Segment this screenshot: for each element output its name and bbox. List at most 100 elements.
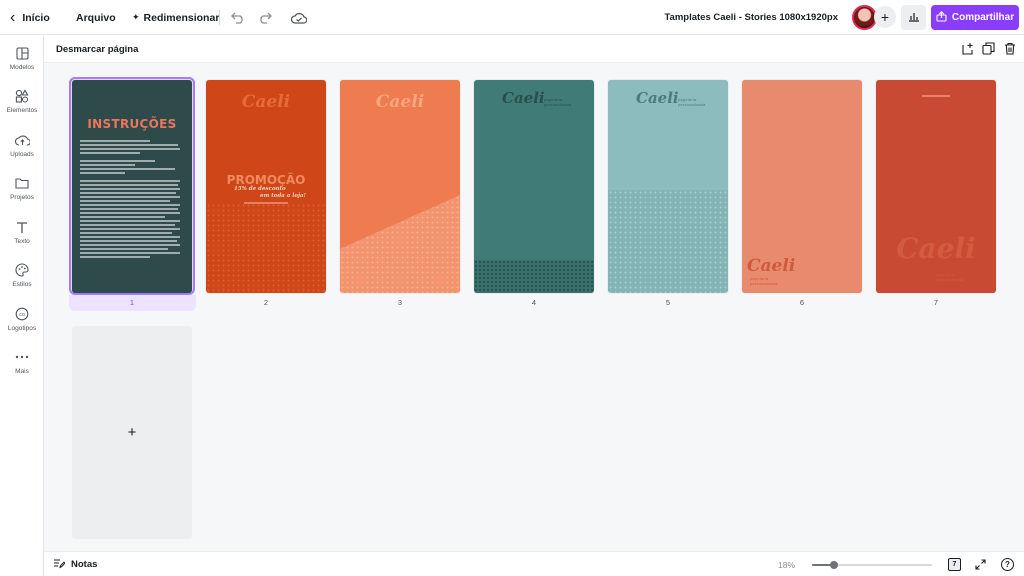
help-button[interactable]: ? <box>1001 558 1014 571</box>
page-thumbnail-7[interactable]: Caeli papelaria personalizada <box>876 80 996 293</box>
promo-subtitle-2: em toda a loja! <box>260 193 306 199</box>
unselect-page-button[interactable]: Desmarcar página <box>56 35 138 63</box>
text-line <box>80 248 168 250</box>
instructions-title: INSTRUÇÕES <box>87 117 177 131</box>
header-text <box>922 95 950 97</box>
brand-logo: Caeli <box>636 89 679 107</box>
page-number: 1 <box>129 298 135 307</box>
sidebar-item-label: Uploads <box>10 151 34 158</box>
text-line <box>80 184 178 186</box>
text-line <box>80 188 180 190</box>
insights-button[interactable] <box>901 5 926 30</box>
brand-tagline: papelaria personalizada <box>750 276 778 286</box>
text-line <box>80 152 140 154</box>
sidebar-item-mais[interactable]: Mais <box>0 349 44 389</box>
text-line <box>80 256 150 258</box>
duplicate-page-icon[interactable] <box>981 41 996 56</box>
pattern-band <box>474 260 594 293</box>
brand-logo: Caeli <box>747 256 796 276</box>
palette-icon <box>14 262 30 278</box>
sidebar-item-label: Projetos <box>10 194 34 201</box>
text-icon <box>14 219 30 235</box>
sidebar-item-label: Mais <box>15 368 29 375</box>
brand-logo: Caeli <box>241 92 291 112</box>
redo-icon[interactable] <box>256 9 274 27</box>
text-line <box>80 180 180 182</box>
upload-cloud-icon <box>14 132 30 148</box>
zoom-slider[interactable] <box>812 561 932 569</box>
text-line <box>80 244 180 246</box>
zoom-percentage[interactable]: 18% <box>778 552 795 576</box>
pattern-band <box>206 203 326 293</box>
page-thumbnail-6[interactable]: Caeli papelaria personalizada <box>742 80 862 293</box>
page-thumbnail-1[interactable]: INSTRUÇÕES <box>72 80 192 293</box>
brand-tagline: papelaria personalizada <box>936 272 964 282</box>
text-line <box>80 228 180 230</box>
home-label: Início <box>22 11 50 24</box>
cloud-saved-icon[interactable] <box>290 9 308 27</box>
notes-icon <box>53 558 66 572</box>
add-page-icon[interactable] <box>960 41 975 56</box>
sparkle-icon: ✦ <box>132 12 140 22</box>
sidebar-item-texto[interactable]: Texto <box>0 219 44 259</box>
file-menu-button[interactable]: Arquivo <box>76 0 116 35</box>
divider <box>219 10 220 25</box>
zoom-slider-handle[interactable] <box>829 561 838 569</box>
text-line <box>80 240 177 242</box>
bottom-bar: Notas 18% 7 ? <box>44 551 1024 576</box>
pattern-band <box>608 190 728 293</box>
resize-label: Redimensionar <box>143 11 220 24</box>
page-number: 3 <box>397 298 403 307</box>
trash-icon[interactable] <box>1002 41 1017 56</box>
add-page-button[interactable]: + <box>72 326 192 539</box>
upload-icon <box>936 10 947 25</box>
add-collaborator-button[interactable]: + <box>874 6 896 28</box>
text-line <box>80 164 135 166</box>
design-title[interactable]: Tamplates Caeli - Stories 1080x1920px <box>664 0 838 35</box>
text-line <box>80 232 172 234</box>
brand-logo: Caeli <box>502 89 545 107</box>
text-line <box>80 200 170 202</box>
text-line <box>80 224 175 226</box>
text-line <box>80 144 178 146</box>
promo-title: PROMOÇÃO <box>226 173 306 187</box>
sidebar-item-label: Logotipos <box>7 325 37 332</box>
share-button[interactable]: Compartilhar <box>931 5 1019 30</box>
text-line <box>80 220 180 222</box>
page-thumbnail-5[interactable]: Caeli papelaria personalizada <box>608 80 728 293</box>
resize-button[interactable]: ✦ Redimensionar <box>132 0 219 35</box>
elements-icon <box>14 88 30 104</box>
brand-logo: Caeli <box>375 92 425 112</box>
text-line <box>80 208 178 210</box>
sidebar-item-estilos[interactable]: Estilos <box>0 262 44 302</box>
text-line <box>80 168 175 170</box>
page-header: Desmarcar página <box>44 35 1024 63</box>
brand-logo: Caeli <box>896 232 976 265</box>
home-button[interactable]: ‹ Início <box>10 0 50 35</box>
sidebar-item-projetos[interactable]: Projetos <box>0 175 44 215</box>
brand-tagline: papelaria personalizada <box>544 97 572 107</box>
fullscreen-icon[interactable] <box>973 557 988 572</box>
page-number: 6 <box>799 298 805 307</box>
text-line <box>80 160 155 162</box>
sidebar-item-modelos[interactable]: Modelos <box>0 45 44 85</box>
page-number: 4 <box>531 298 537 307</box>
undo-icon[interactable] <box>229 9 247 27</box>
sidebar-item-logotipos[interactable]: co Logotipos <box>0 306 44 346</box>
sidebar-item-uploads[interactable]: Uploads <box>0 132 44 172</box>
more-icon <box>14 349 30 365</box>
sidebar-item-label: Estilos <box>12 281 32 288</box>
page-thumbnail-3[interactable]: Caeli <box>340 80 460 293</box>
text-line <box>80 148 180 150</box>
page-thumbnail-2[interactable]: Caeli PROMOÇÃO 15% de desconto em toda a… <box>206 80 326 293</box>
sidebar-item-label: Elementos <box>6 107 38 114</box>
page-thumbnail-4[interactable]: Caeli papelaria personalizada <box>474 80 594 293</box>
sidebar: Modelos Elementos Uploads Projetos Texto… <box>0 35 44 576</box>
text-line <box>80 172 125 174</box>
sidebar-item-label: Modelos <box>9 64 35 71</box>
promo-subtitle-1: 15% de desconto <box>234 186 286 192</box>
sidebar-item-elementos[interactable]: Elementos <box>0 88 44 128</box>
sidebar-item-label: Texto <box>14 238 30 245</box>
page-grid-button[interactable]: 7 <box>948 558 961 571</box>
notes-button[interactable]: Notas <box>53 552 97 576</box>
